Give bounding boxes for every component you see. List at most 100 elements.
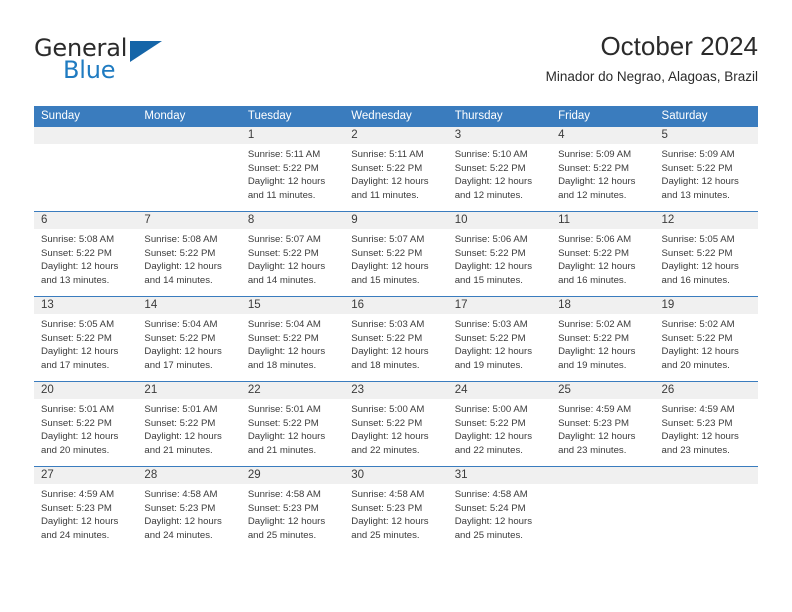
calendar-cell-day[interactable]: 3 Sunrise: 5:10 AM Sunset: 5:22 PM Daylight… xyxy=(447,127,552,212)
sunset-text: Sunset: 5:22 PM xyxy=(351,247,423,259)
sunset-text: Sunset: 5:23 PM xyxy=(661,417,733,429)
calendar-cell-empty xyxy=(137,127,241,212)
sunset-text: Sunset: 5:22 PM xyxy=(41,417,112,429)
sunrise-text: Sunrise: 5:07 AM xyxy=(247,234,321,245)
sunset-text: Sunset: 5:24 PM xyxy=(454,502,526,514)
calendar-cell-day[interactable]: 25 Sunrise: 4:59 AM Sunset: 5:23 PM Dayligh… xyxy=(551,381,655,467)
sunset-text: Sunset: 5:22 PM xyxy=(661,162,733,174)
calendar-cell-day[interactable]: 21 Sunrise: 5:01 AM Sunset: 5:22 PM Dayligh… xyxy=(137,381,241,467)
daylight-text: Daylight: 12 hours and 15 minutes. xyxy=(351,261,429,286)
day-cell: 19 Sunrise: 5:02 AM Sunset: 5:22 PM Dayligh… xyxy=(654,297,758,381)
sunrise-text: Sunrise: 5:01 AM xyxy=(144,404,218,415)
sunrise-text: Sunrise: 4:59 AM xyxy=(558,404,632,415)
calendar-cell-day[interactable]: 27 Sunrise: 4:59 AM Sunset: 5:23 PM Dayligh… xyxy=(34,466,138,551)
calendar-cell-day[interactable]: 7 Sunrise: 5:08 AM Sunset: 5:22 PM Daylight… xyxy=(137,211,241,297)
calendar-cell-day[interactable]: 14 Sunrise: 5:04 AM Sunset: 5:22 PM Dayligh… xyxy=(137,296,241,382)
day-number: 4 xyxy=(551,127,655,144)
daylight-text: Daylight: 12 hours and 24 minutes. xyxy=(41,516,119,541)
daylight-text: Daylight: 12 hours and 20 minutes. xyxy=(661,346,739,371)
day-number: 21 xyxy=(137,382,241,399)
day-number: 11 xyxy=(551,212,655,229)
calendar-cell-day[interactable]: 6 Sunrise: 5:08 AM Sunset: 5:22 PM Daylight… xyxy=(34,211,138,297)
sunrise-text: Sunrise: 4:59 AM xyxy=(661,404,735,415)
calendar-cell-day[interactable]: 26 Sunrise: 4:59 AM Sunset: 5:23 PM Dayligh… xyxy=(654,381,758,467)
sunrise-text: Sunrise: 4:58 AM xyxy=(144,489,218,500)
day-details: Sunrise: 4:58 AM Sunset: 5:24 PM Daylight:… xyxy=(448,484,551,542)
day-details: Sunrise: 5:01 AM Sunset: 5:22 PM Daylight:… xyxy=(34,399,137,457)
sunset-text: Sunset: 5:22 PM xyxy=(144,247,216,259)
day-details: Sunrise: 5:04 AM Sunset: 5:22 PM Daylight:… xyxy=(241,314,344,372)
calendar-week-row: 27 Sunrise: 4:59 AM Sunset: 5:23 PM Dayligh… xyxy=(34,466,758,551)
calendar-cell-day[interactable]: 24 Sunrise: 5:00 AM Sunset: 5:22 PM Dayligh… xyxy=(447,381,552,467)
calendar-cell-day[interactable]: 17 Sunrise: 5:03 AM Sunset: 5:22 PM Dayligh… xyxy=(447,296,552,382)
day-cell: 10 Sunrise: 5:06 AM Sunset: 5:22 PM Dayligh… xyxy=(447,212,552,296)
day-cell: 25 Sunrise: 4:59 AM Sunset: 5:23 PM Dayligh… xyxy=(551,382,655,466)
sunrise-text: Sunrise: 4:58 AM xyxy=(351,489,425,500)
calendar-cell-day[interactable]: 8 Sunrise: 5:07 AM Sunset: 5:22 PM Daylight… xyxy=(240,211,345,297)
day-details: Sunrise: 4:58 AM Sunset: 5:23 PM Daylight:… xyxy=(241,484,344,542)
calendar-cell-day[interactable]: 2 Sunrise: 5:11 AM Sunset: 5:22 PM Daylight… xyxy=(344,127,448,212)
sunrise-text: Sunrise: 5:11 AM xyxy=(351,149,424,160)
day-number: 30 xyxy=(344,467,448,484)
day-cell: 1 Sunrise: 5:11 AM Sunset: 5:22 PM Daylight… xyxy=(240,127,345,211)
daylight-text: Daylight: 12 hours and 11 minutes. xyxy=(351,176,429,201)
sunset-text: Sunset: 5:23 PM xyxy=(558,417,630,429)
sunrise-text: Sunrise: 4:58 AM xyxy=(454,489,528,500)
calendar-cell-day[interactable]: 5 Sunrise: 5:09 AM Sunset: 5:22 PM Daylight… xyxy=(654,127,758,212)
sunrise-text: Sunrise: 5:01 AM xyxy=(247,404,321,415)
day-number: 23 xyxy=(344,382,448,399)
day-cell: 16 Sunrise: 5:03 AM Sunset: 5:22 PM Dayligh… xyxy=(344,297,448,381)
daylight-text: Daylight: 12 hours and 21 minutes. xyxy=(144,431,222,456)
day-cell: 18 Sunrise: 5:02 AM Sunset: 5:22 PM Dayligh… xyxy=(551,297,655,381)
weekday-header-monday: Monday xyxy=(137,106,241,127)
calendar-cell-day[interactable]: 28 Sunrise: 4:58 AM Sunset: 5:23 PM Dayligh… xyxy=(137,466,241,551)
daylight-text: Daylight: 12 hours and 13 minutes. xyxy=(41,261,119,286)
calendar-cell-day[interactable]: 4 Sunrise: 5:09 AM Sunset: 5:22 PM Daylight… xyxy=(551,127,655,212)
calendar-cell-day[interactable]: 11 Sunrise: 5:06 AM Sunset: 5:22 PM Dayligh… xyxy=(551,211,655,297)
calendar-cell-day[interactable]: 1 Sunrise: 5:11 AM Sunset: 5:22 PM Daylight… xyxy=(240,127,345,212)
sunset-text: Sunset: 5:22 PM xyxy=(247,332,319,344)
weekday-header-tuesday: Tuesday xyxy=(240,106,345,127)
day-number xyxy=(551,467,655,484)
day-number: 8 xyxy=(240,212,345,229)
calendar-cell-day[interactable]: 13 Sunrise: 5:05 AM Sunset: 5:22 PM Dayligh… xyxy=(34,296,138,382)
day-details: Sunrise: 5:09 AM Sunset: 5:22 PM Daylight:… xyxy=(551,144,654,202)
calendar-cell-day[interactable]: 23 Sunrise: 5:00 AM Sunset: 5:22 PM Dayligh… xyxy=(344,381,448,467)
day-cell: 29 Sunrise: 4:58 AM Sunset: 5:23 PM Dayligh… xyxy=(240,467,345,551)
day-number: 28 xyxy=(137,467,241,484)
calendar-cell-day[interactable]: 20 Sunrise: 5:01 AM Sunset: 5:22 PM Dayligh… xyxy=(34,381,138,467)
calendar-week-row: 6 Sunrise: 5:08 AM Sunset: 5:22 PM Daylight… xyxy=(34,211,758,297)
page-header: General Blue October 2024 Minador do Neg… xyxy=(34,30,758,92)
calendar-page: General Blue October 2024 Minador do Neg… xyxy=(0,0,792,612)
daylight-text: Daylight: 12 hours and 21 minutes. xyxy=(247,431,326,456)
day-number: 17 xyxy=(447,297,552,314)
calendar-cell-day[interactable]: 18 Sunrise: 5:02 AM Sunset: 5:22 PM Dayligh… xyxy=(551,296,655,382)
calendar-cell-day[interactable]: 29 Sunrise: 4:58 AM Sunset: 5:23 PM Dayligh… xyxy=(240,466,345,551)
calendar-cell-empty xyxy=(551,466,655,551)
weekday-header-thursday: Thursday xyxy=(447,106,552,127)
day-cell: 9 Sunrise: 5:07 AM Sunset: 5:22 PM Daylight… xyxy=(344,212,448,296)
calendar-cell-day[interactable]: 12 Sunrise: 5:05 AM Sunset: 5:22 PM Dayligh… xyxy=(654,211,758,297)
calendar-cell-day[interactable]: 16 Sunrise: 5:03 AM Sunset: 5:22 PM Dayligh… xyxy=(344,296,448,382)
calendar-cell-day[interactable]: 9 Sunrise: 5:07 AM Sunset: 5:22 PM Daylight… xyxy=(344,211,448,297)
day-details: Sunrise: 5:05 AM Sunset: 5:22 PM Daylight:… xyxy=(34,314,137,372)
day-cell: 11 Sunrise: 5:06 AM Sunset: 5:22 PM Dayligh… xyxy=(551,212,655,296)
sunset-text: Sunset: 5:22 PM xyxy=(351,162,423,174)
calendar-cell-day[interactable]: 19 Sunrise: 5:02 AM Sunset: 5:22 PM Dayligh… xyxy=(654,296,758,382)
day-cell: 22 Sunrise: 5:01 AM Sunset: 5:22 PM Dayligh… xyxy=(240,382,345,466)
calendar-cell-day[interactable]: 30 Sunrise: 4:58 AM Sunset: 5:23 PM Dayligh… xyxy=(344,466,448,551)
sunset-text: Sunset: 5:22 PM xyxy=(661,247,733,259)
calendar-cell-day[interactable]: 31 Sunrise: 4:58 AM Sunset: 5:24 PM Dayligh… xyxy=(447,466,552,551)
day-details: Sunrise: 5:08 AM Sunset: 5:22 PM Daylight:… xyxy=(137,229,240,287)
sunrise-text: Sunrise: 5:02 AM xyxy=(558,319,632,330)
calendar-cell-day[interactable]: 10 Sunrise: 5:06 AM Sunset: 5:22 PM Dayligh… xyxy=(447,211,552,297)
sunset-text: Sunset: 5:22 PM xyxy=(41,247,112,259)
calendar-cell-day[interactable]: 15 Sunrise: 5:04 AM Sunset: 5:22 PM Dayligh… xyxy=(240,296,345,382)
calendar-week-row: 13 Sunrise: 5:05 AM Sunset: 5:22 PM Dayligh… xyxy=(34,296,758,382)
day-cell: 20 Sunrise: 5:01 AM Sunset: 5:22 PM Dayligh… xyxy=(34,382,138,466)
day-number: 10 xyxy=(447,212,552,229)
sunrise-text: Sunrise: 5:03 AM xyxy=(351,319,425,330)
generalblue-logo: General Blue xyxy=(34,34,264,90)
calendar-cell-day[interactable]: 22 Sunrise: 5:01 AM Sunset: 5:22 PM Dayligh… xyxy=(240,381,345,467)
sunrise-text: Sunrise: 5:00 AM xyxy=(454,404,528,415)
